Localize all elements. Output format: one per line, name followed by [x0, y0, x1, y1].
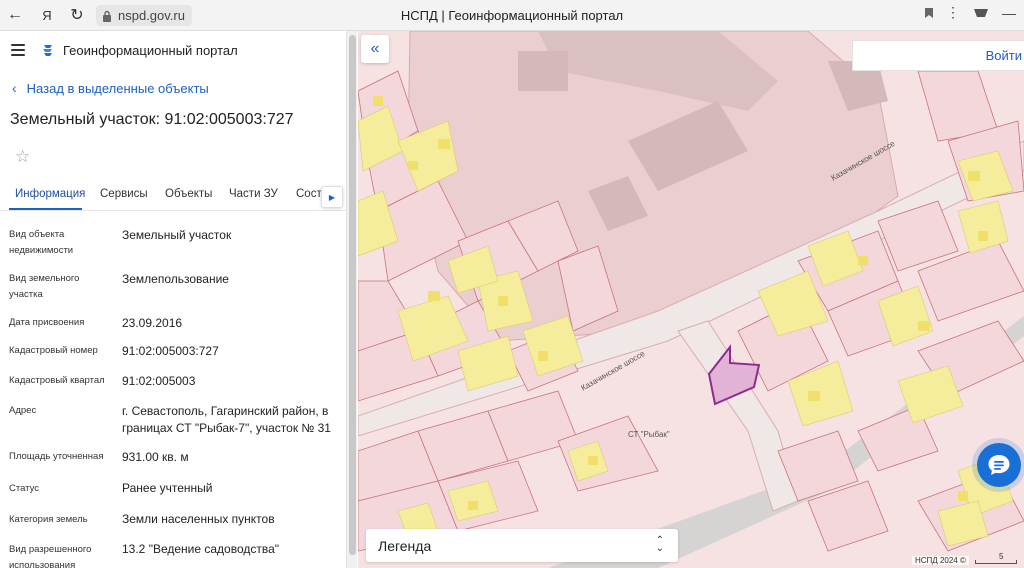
attr-value: 23.09.2016	[122, 316, 183, 330]
attr-label: Дата присвоения	[9, 317, 85, 328]
tab-information[interactable]: Информация	[15, 188, 85, 200]
legend-label: Легенда	[378, 537, 432, 554]
attr-value: Землепользование	[122, 272, 229, 286]
object-info-panel: Геоинформационный портал ‹ Назад в выдел…	[0, 31, 358, 568]
yandex-logo-icon[interactable]: Я	[34, 2, 60, 28]
chat-icon	[988, 455, 1010, 475]
back-arrow-icon[interactable]: ←	[2, 2, 28, 28]
tab-objects[interactable]: Объекты	[165, 188, 212, 200]
attr-value: Земли населенных пунктов	[122, 512, 275, 526]
login-button[interactable]: Войти	[852, 40, 1024, 71]
attr-label: Адрес	[9, 405, 37, 416]
app-name: Геоинформационный портал	[63, 42, 238, 58]
cadastral-map[interactable]: Казачинское шоссе Казачинское шоссе СТ "…	[358, 31, 1024, 568]
app-header: Геоинформационный портал	[0, 31, 346, 69]
chevron-updown-icon: ⌃ ⌄	[655, 535, 664, 554]
legend-dropdown[interactable]: Легенда ⌃ ⌄	[366, 529, 678, 562]
attr-label: Категория земель	[9, 514, 88, 525]
favorite-star-icon[interactable]: ☆	[15, 147, 30, 167]
lock-icon	[103, 10, 111, 22]
attr-value: 13.2 "Ведение садоводства"	[122, 542, 280, 556]
minimize-icon[interactable]: —	[1002, 5, 1016, 21]
scale-bar	[975, 560, 1017, 564]
chat-button[interactable]	[977, 443, 1021, 487]
tabs-scroll-right-icon[interactable]: ▶	[321, 186, 343, 208]
tab-services[interactable]: Сервисы	[100, 188, 148, 200]
map-copyright: НСПД 2024 ©	[912, 556, 969, 565]
panel-scrollbar[interactable]	[346, 31, 357, 568]
attr-value: 91:02:005003	[122, 374, 196, 388]
map-canvas[interactable]: Казачинское шоссе Казачинское шоссе СТ "…	[358, 31, 1024, 568]
address-text: nspd.gov.ru	[118, 8, 185, 23]
attr-label: Вид земельного участка	[9, 273, 80, 300]
attr-label: Кадастровый номер	[9, 345, 98, 356]
back-label: Назад в выделенные объекты	[26, 80, 209, 96]
attr-label: Площадь уточненная	[9, 451, 104, 462]
attr-label: Статус	[9, 483, 40, 494]
attr-label: Кадастровый квартал	[9, 375, 105, 386]
attr-value: Ранее учтенный	[122, 481, 213, 495]
hamburger-menu-icon[interactable]	[11, 44, 25, 56]
attr-value: 931.00 кв. м	[122, 450, 189, 464]
attr-label: Вид объекта недвижимости	[9, 229, 74, 256]
info-tabs: Информация Сервисы Объекты Части ЗУ Сост…	[0, 181, 346, 211]
scrollbar-thumb[interactable]	[349, 35, 356, 555]
attr-label: Вид разрешенного использования	[9, 544, 92, 568]
active-tab-indicator	[9, 208, 82, 210]
portal-logo-icon	[43, 45, 52, 56]
back-to-selected-link[interactable]: ‹ Назад в выделенные объекты	[12, 80, 209, 96]
bookmark-icon[interactable]	[924, 7, 934, 19]
address-bar[interactable]: nspd.gov.ru	[96, 5, 192, 26]
attr-value: г. Севастополь, Гагаринский район, в гра…	[122, 404, 331, 435]
attr-value: Земельный участок	[122, 228, 232, 242]
area-label: СТ "Рыбак"	[628, 430, 670, 439]
download-icon[interactable]	[972, 6, 990, 20]
reload-icon[interactable]: ↻	[64, 2, 90, 28]
scale-label: 5	[999, 552, 1004, 561]
object-title: Земельный участок: 91:02:005003:727	[10, 111, 294, 128]
attr-value: 91:02:005003:727	[122, 344, 219, 358]
menu-dots-icon[interactable]: ⋮	[946, 4, 960, 21]
browser-toolbar: ← Я ↻ nspd.gov.ru НСПД | Геоинформационн…	[0, 0, 1024, 31]
building-block	[518, 51, 568, 91]
tab-parts[interactable]: Части ЗУ	[229, 188, 278, 200]
collapse-panel-icon[interactable]: «	[361, 35, 389, 63]
chevron-left-icon: ‹	[12, 80, 17, 96]
